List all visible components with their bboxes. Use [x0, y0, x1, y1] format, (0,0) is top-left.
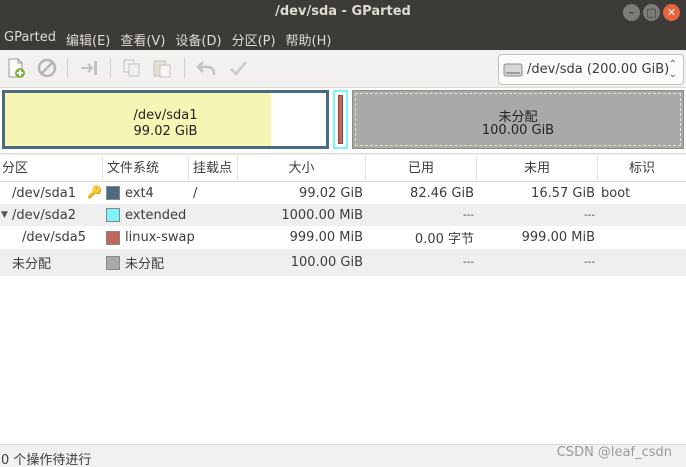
- used-cell: ---: [463, 257, 474, 268]
- used-cell: ---: [463, 209, 474, 221]
- partition-name: /dev/sda1: [12, 185, 76, 201]
- maximize-button[interactable]: □: [643, 4, 660, 21]
- copy-icon[interactable]: [121, 57, 143, 79]
- menu-partition[interactable]: 分区(P): [228, 25, 282, 50]
- partition-block-name: /dev/sda1: [133, 108, 198, 123]
- unused-cell: 16.57 GiB: [531, 185, 595, 201]
- key-icon: 🔑: [87, 185, 102, 199]
- paste-icon[interactable]: [151, 57, 173, 79]
- partition-block-size: 99.02 GiB: [133, 124, 198, 139]
- table-row[interactable]: 未分配 未分配 100.00 GiB --- ---: [0, 249, 686, 276]
- partition-table: 分区 文件系统 挂载点 大小 已用 未用 标识 /dev/sda1 🔑 ext4…: [0, 155, 686, 444]
- table-row[interactable]: /dev/sda1 🔑 ext4 / 99.02 GiB 82.46 GiB 1…: [0, 182, 686, 204]
- partition-block-extended[interactable]: [333, 90, 348, 149]
- size-cell: 999.00 MiB: [289, 230, 363, 245]
- partition-name: /dev/sda2: [12, 207, 76, 223]
- table-header: 分区 文件系统 挂载点 大小 已用 未用 标识: [0, 155, 686, 182]
- col-used[interactable]: 已用: [366, 155, 477, 182]
- pending-operations-text: 0 个操作待进行: [1, 453, 92, 467]
- partition-block-swap[interactable]: [338, 95, 343, 144]
- unused-cell: ---: [584, 209, 595, 221]
- toolbar: /dev/sda (200.00 GiB) ⌃ ⌄: [0, 50, 686, 88]
- partition-map: /dev/sda1 99.02 GiB 未分配 100.00 GiB: [0, 88, 686, 154]
- resize-move-icon[interactable]: [78, 57, 100, 79]
- chevron-updown-icon: ⌃ ⌄: [668, 59, 677, 80]
- filesystem-cell: extended: [106, 204, 186, 226]
- table-row[interactable]: /dev/sda5 linux-swap 999.00 MiB 0.00 字节 …: [0, 226, 686, 249]
- unused-cell: 999.00 MiB: [521, 230, 595, 245]
- mountpoint-cell: /: [193, 185, 198, 201]
- window-title: /dev/sda - GParted: [275, 4, 411, 19]
- used-cell: 0.00 字节: [414, 232, 474, 247]
- device-selector-label: /dev/sda (200.00 GiB): [527, 62, 670, 77]
- close-button[interactable]: ✕: [663, 4, 680, 21]
- partition-block-unallocated[interactable]: 未分配 100.00 GiB: [352, 90, 684, 149]
- filesystem-cell: linux-swap: [106, 226, 195, 249]
- apply-icon[interactable]: [227, 57, 249, 79]
- fs-color-swatch: [106, 230, 120, 245]
- partition-name: /dev/sda5: [22, 230, 86, 245]
- fs-color-swatch: [106, 208, 120, 222]
- used-cell: 82.46 GiB: [410, 185, 474, 201]
- menu-device[interactable]: 设备(D): [171, 25, 227, 50]
- col-flags[interactable]: 标识: [598, 155, 686, 182]
- size-cell: 99.02 GiB: [299, 185, 363, 201]
- unallocated-block-size: 100.00 GiB: [481, 123, 555, 138]
- size-cell: 100.00 GiB: [290, 255, 363, 270]
- hard-disk-icon: [503, 60, 523, 80]
- expander-triangle-icon[interactable]: ▼: [1, 204, 8, 226]
- menu-bar: GParted 编辑(E) 查看(V) 设备(D) 分区(P) 帮助(H): [0, 25, 686, 50]
- table-row[interactable]: ▼ /dev/sda2 extended 1000.00 MiB --- ---: [0, 204, 686, 226]
- flags-cell: boot: [601, 185, 631, 201]
- col-partition[interactable]: 分区: [0, 155, 103, 182]
- title-bar: /dev/sda - GParted – □ ✕: [0, 0, 686, 25]
- col-mountpoint[interactable]: 挂载点: [189, 155, 238, 182]
- menu-gparted[interactable]: GParted: [0, 25, 62, 50]
- watermark: CSDN @leaf_csdn: [556, 445, 672, 460]
- undo-icon[interactable]: [195, 57, 217, 79]
- size-cell: 1000.00 MiB: [281, 207, 363, 223]
- unused-cell: ---: [584, 257, 595, 268]
- col-size[interactable]: 大小: [238, 155, 366, 182]
- filesystem-cell: 未分配: [106, 249, 164, 276]
- menu-help[interactable]: 帮助(H): [282, 25, 338, 50]
- partition-block-sda1[interactable]: /dev/sda1 99.02 GiB: [2, 90, 329, 149]
- menu-view[interactable]: 查看(V): [116, 25, 171, 50]
- fs-color-swatch: [106, 255, 120, 270]
- delete-icon[interactable]: [36, 57, 58, 79]
- partition-name: 未分配: [12, 257, 52, 272]
- device-selector[interactable]: /dev/sda (200.00 GiB) ⌃ ⌄: [498, 54, 684, 85]
- minimize-button[interactable]: –: [623, 4, 640, 21]
- status-bar: 0 个操作待进行 CSDN @leaf_csdn: [0, 444, 686, 467]
- menu-edit[interactable]: 编辑(E): [62, 25, 116, 50]
- col-unused[interactable]: 未用: [477, 155, 598, 182]
- filesystem-cell: ext4: [106, 182, 154, 204]
- fs-color-swatch: [106, 186, 120, 200]
- col-filesystem[interactable]: 文件系统: [103, 155, 189, 182]
- new-partition-icon[interactable]: [5, 57, 27, 79]
